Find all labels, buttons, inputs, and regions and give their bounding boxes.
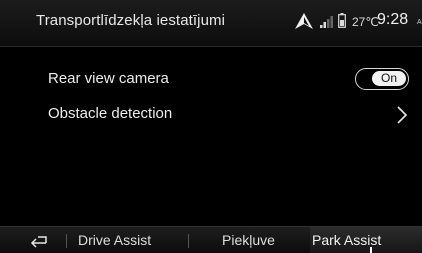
setting-obstacle-detection[interactable]: Obstacle detection [0, 97, 422, 133]
setting-label: Obstacle detection [48, 105, 173, 122]
battery-icon [338, 13, 346, 28]
active-tab-indicator [370, 247, 372, 253]
header-bar: Transportlīdzekļa iestatījumi 27℃ 9:28 A… [0, 0, 422, 47]
tab-label: Park Assist [312, 232, 382, 248]
back-arrow-icon[interactable] [28, 231, 50, 249]
signal-bars-icon [320, 16, 333, 28]
tab-drive-assist[interactable]: Drive Assist [78, 232, 151, 248]
page-title: Transportlīdzekļa iestatījumi [36, 12, 226, 29]
tab-separator [66, 234, 67, 248]
setting-label: Rear view camera [48, 70, 169, 87]
outside-temperature: 27℃ [352, 15, 379, 29]
tab-park-assist[interactable]: Park Assist [310, 227, 422, 253]
toggle-state-label: On [372, 71, 406, 86]
navigation-arrow-icon [295, 13, 313, 29]
setting-rear-view-camera[interactable]: Rear view camera On [0, 62, 422, 98]
tab-separator [188, 234, 189, 248]
bottom-tab-bar: Drive Assist Piekļuve Park Assist [0, 226, 422, 253]
chevron-right-icon[interactable] [395, 105, 409, 125]
vehicle-settings-screen: Transportlīdzekļa iestatījumi 27℃ 9:28 A… [0, 0, 422, 253]
rear-view-camera-toggle[interactable]: On [355, 68, 409, 90]
clock-ampm: AM [417, 19, 422, 26]
clock-time: 9:28 [377, 11, 409, 28]
tab-piekluve[interactable]: Piekļuve [222, 232, 275, 248]
